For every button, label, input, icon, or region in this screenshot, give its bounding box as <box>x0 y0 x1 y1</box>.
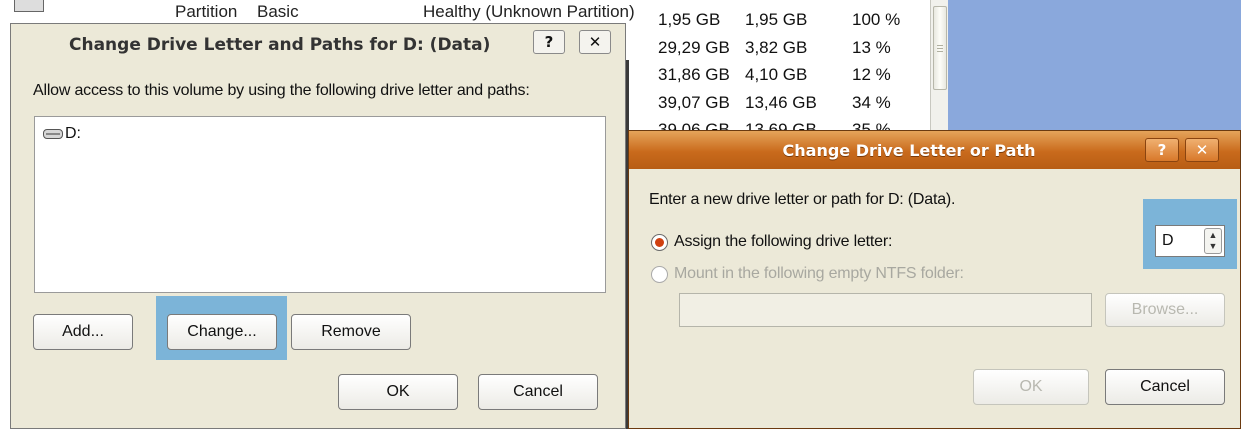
capacity-cell: 31,86 GB <box>658 65 730 84</box>
percent-cell: 13 % <box>852 38 891 57</box>
percent-cell: 12 % <box>852 65 891 84</box>
mount-folder-option[interactable]: Mount in the following empty NTFS folder… <box>651 265 964 283</box>
ok-button[interactable]: OK <box>973 369 1089 405</box>
radio-selected-icon[interactable] <box>651 233 668 251</box>
volume-table: 1,95 GB 1,95 GB 100 % 29,29 GB 3,82 GB 1… <box>650 0 935 140</box>
grip-line <box>937 48 943 49</box>
drive-letter-value: D <box>1162 232 1174 249</box>
dialog-prompt: Allow access to this volume by using the… <box>33 82 530 99</box>
remove-button[interactable]: Remove <box>291 314 411 350</box>
table-row: 1,95 GB 1,95 GB 100 % <box>650 10 930 40</box>
cancel-button[interactable]: Cancel <box>478 374 598 410</box>
help-icon[interactable]: ? <box>533 30 565 54</box>
free-cell: 3,82 GB <box>745 38 808 57</box>
capacity-cell: 1,95 GB <box>658 10 721 29</box>
title-bar[interactable]: Change Drive Letter or Path ? ✕ <box>629 131 1240 169</box>
dialog-title: Change Drive Letter or Path <box>782 141 1036 160</box>
free-cell: 13,46 GB <box>745 93 817 112</box>
ok-button[interactable]: OK <box>338 374 458 410</box>
close-icon[interactable]: ✕ <box>1185 138 1219 162</box>
capacity-cell: 39,07 GB <box>658 93 730 112</box>
vertical-scrollbar[interactable] <box>930 0 948 140</box>
status-cell: Healthy (Unknown Partition) <box>423 2 635 21</box>
table-row: 39,07 GB 13,46 GB 34 % <box>650 93 930 123</box>
help-icon[interactable]: ? <box>1145 138 1179 162</box>
grip-line <box>937 45 943 46</box>
drive-icon <box>14 0 44 12</box>
percent-cell: 100 % <box>852 10 901 29</box>
desktop-background <box>948 0 1241 130</box>
type-cell: Basic <box>257 2 299 21</box>
capacity-cell: 29,29 GB <box>658 38 730 57</box>
layout-cell: Partition <box>175 2 238 21</box>
change-paths-dialog: Change Drive Letter and Paths for D: (Da… <box>10 23 626 429</box>
drive-path-list[interactable]: D: <box>34 116 606 293</box>
percent-cell: 34 % <box>852 93 891 112</box>
browse-button[interactable]: Browse... <box>1105 293 1225 327</box>
close-icon[interactable]: ✕ <box>579 30 611 54</box>
list-item[interactable]: D: <box>43 125 81 143</box>
mount-folder-label: Mount in the following empty NTFS folder… <box>674 265 964 282</box>
change-button[interactable]: Change... <box>167 314 277 350</box>
table-row: 29,29 GB 3,82 GB 13 % <box>650 38 930 68</box>
list-item-label: D: <box>65 125 81 142</box>
radio-unselected-icon[interactable] <box>651 265 668 283</box>
table-row: 31,86 GB 4,10 GB 12 % <box>650 65 930 95</box>
add-button[interactable]: Add... <box>33 314 133 350</box>
change-letter-dialog: Change Drive Letter or Path ? ✕ Enter a … <box>628 130 1241 429</box>
cancel-button[interactable]: Cancel <box>1105 369 1225 405</box>
spinner-arrows-icon[interactable]: ▲ ▼ <box>1204 228 1222 254</box>
free-cell: 4,10 GB <box>745 65 808 84</box>
assign-letter-option[interactable]: Assign the following drive letter: <box>651 233 892 251</box>
grip-line <box>937 51 943 52</box>
drive-letter-select[interactable]: D ▲ ▼ <box>1155 225 1225 257</box>
folder-path-input[interactable] <box>679 293 1092 327</box>
assign-letter-label: Assign the following drive letter: <box>674 233 893 250</box>
free-cell: 1,95 GB <box>745 10 808 29</box>
scrollbar-thumb[interactable] <box>933 6 947 90</box>
dialog-prompt: Enter a new drive letter or path for D: … <box>649 191 956 208</box>
drive-icon <box>43 129 63 139</box>
